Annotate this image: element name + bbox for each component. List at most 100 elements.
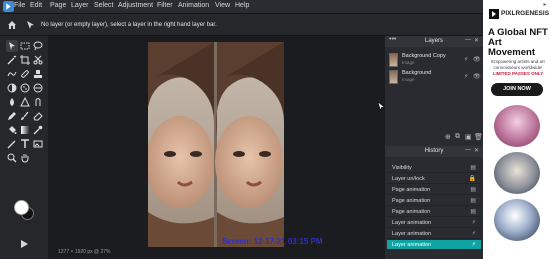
history-item[interactable]: Layer un/lock 🔒	[387, 174, 481, 184]
pencil-icon	[8, 112, 16, 120]
sharpen-tool[interactable]	[19, 96, 31, 108]
gradient-icon	[21, 126, 29, 134]
tools-panel	[0, 36, 48, 259]
history-item[interactable]: Page animation ▤	[387, 196, 481, 206]
heal-tool[interactable]	[19, 68, 31, 80]
dodge-tool[interactable]	[6, 82, 18, 94]
history-item-active[interactable]: Layer animation ⚡	[387, 240, 481, 250]
option-hint: No layer (or empty layer), select a laye…	[41, 22, 217, 28]
pixlr-logo-icon[interactable]	[3, 1, 14, 12]
hand-icon	[21, 154, 29, 163]
pixlr-brand-icon	[489, 9, 499, 19]
color-replace-tool[interactable]	[32, 82, 44, 94]
layer-name: Background Copy	[402, 53, 446, 59]
color-replace-icon	[33, 83, 43, 93]
eraser-icon	[33, 112, 43, 121]
eyedropper-icon	[33, 125, 43, 135]
delete-layer-icon[interactable]: 🗑	[474, 133, 483, 141]
clone-tool[interactable]	[32, 68, 44, 80]
hand-tool[interactable]	[19, 152, 31, 164]
marquee-tool[interactable]	[19, 40, 31, 52]
crop-tool[interactable]	[19, 54, 31, 66]
history-item[interactable]: Layer animation ⚡	[387, 229, 481, 239]
draw-tool[interactable]	[6, 138, 18, 150]
visibility-eye-icon[interactable]: 👁	[473, 56, 481, 63]
close-icon[interactable]: ✕	[474, 37, 479, 44]
history-item-label: Page animation	[392, 187, 431, 193]
history-item-label: Layer animation	[392, 220, 432, 226]
text-icon	[21, 139, 29, 148]
marquee-icon	[20, 42, 30, 50]
menu-adjustment[interactable]: Adjustment	[118, 2, 153, 9]
add-layer-icon[interactable]: ⊕	[445, 133, 451, 141]
wand-tool[interactable]	[6, 54, 18, 66]
layer-type: Image	[402, 77, 415, 82]
history-item-label: Page animation	[392, 198, 431, 204]
page-icon: ▤	[470, 187, 476, 193]
smudge-tool[interactable]	[32, 96, 44, 108]
history-item-label: Layer un/lock	[392, 176, 425, 182]
gradient-tool[interactable]	[19, 124, 31, 136]
history-item[interactable]: Page animation ▤	[387, 207, 481, 217]
close-icon[interactable]: ✕	[474, 147, 479, 154]
menu-layer[interactable]: Layer	[71, 2, 89, 9]
ad-subtext: Empowering artists and art connoisseurs …	[491, 59, 545, 70]
menu-help[interactable]: Help	[235, 2, 249, 9]
layer-row[interactable]: Background Image ⚡ 👁	[388, 68, 481, 87]
sponge-tool[interactable]	[19, 82, 31, 94]
ad-limited: LIMITED PASSES ONLY	[492, 71, 544, 76]
history-item[interactable]: Layer animation ⚡	[387, 218, 481, 228]
home-icon[interactable]	[7, 20, 17, 30]
collapse-icon[interactable]: —	[465, 37, 471, 43]
ad-art-image	[494, 152, 540, 194]
image-canvas[interactable]	[148, 42, 284, 247]
join-now-button[interactable]: JOIN NOW	[491, 83, 543, 96]
pencil-tool[interactable]	[6, 110, 18, 122]
layer-styles-icon[interactable]: ▣	[465, 133, 472, 141]
lasso-tool[interactable]	[32, 40, 44, 52]
image-tool[interactable]	[32, 138, 44, 150]
menu-file[interactable]: File	[14, 2, 25, 9]
menu-page[interactable]: Page	[50, 2, 66, 9]
duplicate-layer-icon[interactable]: ⧉	[455, 133, 460, 141]
screenshot-watermark: Screen: 12-17-21 03:15 PM	[222, 237, 323, 246]
bandage-icon	[21, 70, 29, 78]
brush-tool[interactable]	[19, 110, 31, 122]
menu-view[interactable]: View	[215, 2, 230, 9]
layers-panel-header: ••• Layers — ✕	[385, 36, 483, 47]
zoom-tool[interactable]	[6, 152, 18, 164]
cutout-tool[interactable]	[32, 54, 44, 66]
history-item-label: Layer animation	[392, 242, 432, 248]
fill-tool[interactable]	[6, 124, 18, 136]
eraser-tool[interactable]	[32, 110, 44, 122]
blur-tool[interactable]	[6, 96, 18, 108]
image-size-zoom: 1277 × 1920 px @ 27%	[58, 249, 111, 255]
animation-bolt-icon[interactable]: ⚡	[464, 73, 468, 80]
text-tool[interactable]	[19, 138, 31, 150]
menu-select[interactable]: Select	[94, 2, 113, 9]
foreground-color-swatch[interactable]	[14, 200, 29, 215]
arrange-tool[interactable]	[6, 40, 18, 52]
liquify-tool[interactable]	[6, 68, 18, 80]
play-icon[interactable]	[19, 239, 29, 249]
magnifier-icon	[7, 153, 17, 163]
ad-close-icon[interactable]: ▸	[541, 1, 549, 9]
menu-animation[interactable]: Animation	[178, 2, 209, 9]
arrow-cursor-icon	[27, 21, 34, 29]
scissors-icon	[33, 55, 43, 65]
animation-bolt-icon: ⚡	[471, 242, 476, 248]
menu-bar: File Edit Page Layer Select Adjustment F…	[0, 0, 483, 14]
animation-bolt-icon[interactable]: ⚡	[464, 56, 468, 63]
advertisement[interactable]: ▸ PIXLRGENESIS A Global NFT Art Movement…	[483, 0, 550, 259]
collapse-icon[interactable]: —	[465, 147, 471, 153]
menu-filter[interactable]: Filter	[157, 2, 173, 9]
layer-type: Image	[402, 60, 415, 65]
history-item[interactable]: Page animation ▤	[387, 185, 481, 195]
ad-art-image	[494, 105, 540, 147]
picker-tool[interactable]	[32, 124, 44, 136]
menu-edit[interactable]: Edit	[30, 2, 42, 9]
history-item[interactable]: Visibility ▤	[387, 163, 481, 173]
mouse-pointer-icon	[378, 102, 385, 111]
status-bar: 1277 × 1920 px @ 27%	[48, 248, 385, 259]
visibility-eye-icon[interactable]: 👁	[473, 73, 481, 80]
